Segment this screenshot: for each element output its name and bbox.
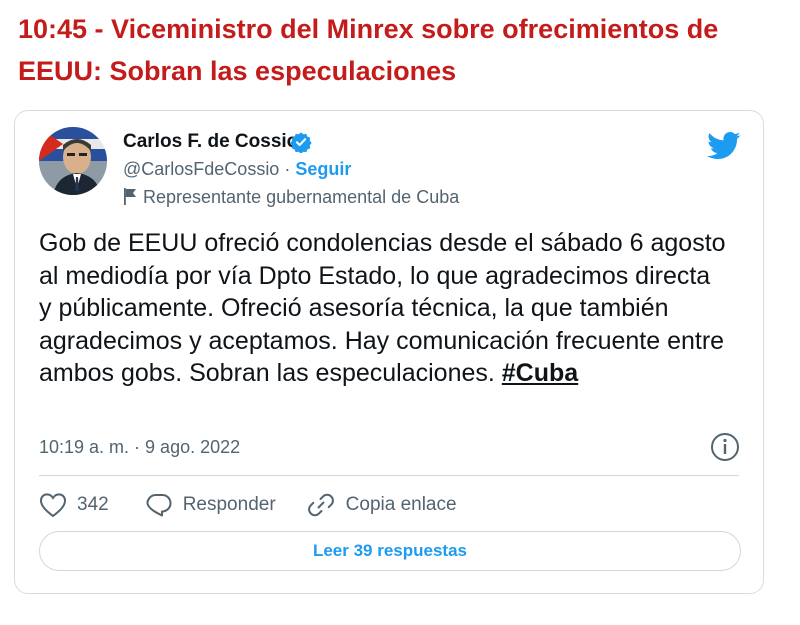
handle-line: @CarlosFdeCossio · Seguir bbox=[123, 159, 351, 180]
tweet-timestamp[interactable]: 10:19 a. m. · 9 ago. 2022 bbox=[39, 437, 240, 458]
copy-link-label: Copia enlace bbox=[345, 494, 457, 515]
divider bbox=[39, 475, 739, 476]
tweet-actions: 342 Responder Copia enlace bbox=[39, 487, 457, 523]
author-avatar[interactable] bbox=[39, 127, 107, 195]
read-replies-button[interactable]: Leer 39 respuestas bbox=[39, 531, 741, 571]
author-name[interactable]: Carlos F. de Cossio bbox=[123, 131, 298, 153]
handle-separator: · bbox=[279, 159, 296, 179]
link-icon bbox=[307, 493, 334, 517]
author-handle[interactable]: @CarlosFdeCossio bbox=[123, 159, 279, 179]
embedded-tweet: Carlos F. de Cossio @CarlosFdeCossio · S… bbox=[14, 110, 764, 594]
reply-label: Responder bbox=[182, 494, 276, 515]
info-icon[interactable] bbox=[709, 431, 741, 463]
tweet-text: Gob de EEUU ofreció condolencias desde e… bbox=[39, 229, 726, 387]
account-label-text: Representante gubernamental de Cuba bbox=[143, 187, 460, 207]
tweet-body: Gob de EEUU ofreció condolencias desde e… bbox=[39, 227, 729, 390]
government-account-label: Representante gubernamental de Cuba bbox=[123, 187, 459, 208]
follow-button[interactable]: Seguir bbox=[295, 159, 351, 179]
verified-badge-icon bbox=[290, 132, 312, 153]
reply-button[interactable]: Responder bbox=[145, 492, 276, 518]
hashtag-link[interactable]: #Cuba bbox=[502, 359, 578, 387]
like-count: 342 bbox=[77, 494, 109, 515]
article-headline: 10:45 - Viceministro del Minrex sobre of… bbox=[18, 14, 719, 86]
copy-link-button[interactable]: Copia enlace bbox=[306, 491, 457, 519]
flag-icon bbox=[124, 188, 136, 205]
like-button[interactable]: 342 bbox=[39, 492, 109, 518]
twitter-bird-icon[interactable] bbox=[707, 131, 741, 161]
heart-icon bbox=[39, 493, 67, 518]
speech-bubble-icon bbox=[146, 494, 172, 517]
